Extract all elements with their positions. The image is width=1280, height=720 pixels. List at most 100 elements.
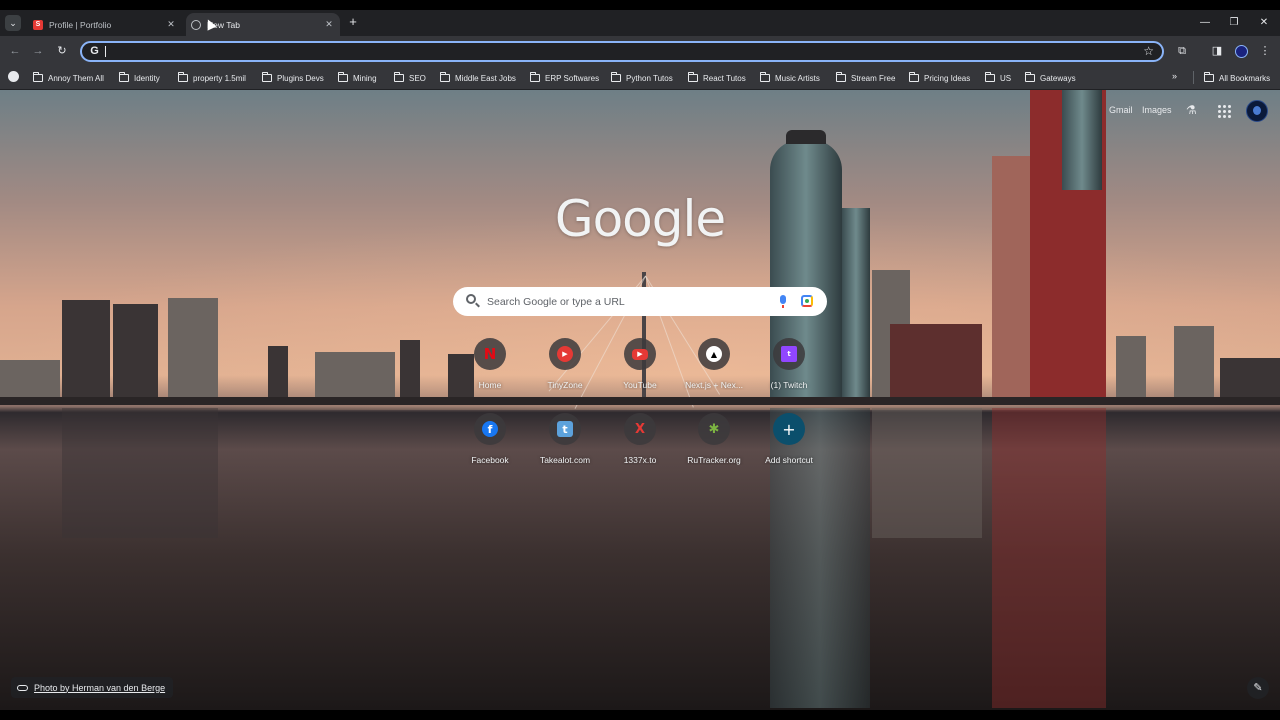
profile-avatar[interactable]	[1235, 45, 1248, 58]
building	[1174, 326, 1214, 400]
shortcut-twitch[interactable]: t (1) Twitch	[753, 338, 825, 390]
building	[1116, 336, 1146, 400]
shortcut-rutracker[interactable]: ✱ RuTracker.org	[678, 413, 750, 465]
building	[0, 360, 60, 400]
building-glass-top	[1062, 90, 1102, 190]
bookmark-folder[interactable]: Plugins Devs	[262, 71, 324, 85]
restore-button[interactable]: ❐	[1226, 15, 1242, 31]
bookmark-folder-label: property 1.5mil	[193, 73, 246, 83]
folder-icon	[1204, 72, 1214, 82]
bookmark-folder-label: ERP Softwares	[545, 73, 600, 83]
new-tab-button[interactable]: +	[346, 15, 360, 29]
tab-profile-portfolio[interactable]: S Profile | Portfolio ✕	[28, 13, 182, 36]
bookmark-folder-label: Identity	[134, 73, 160, 83]
shortcut-icon-circle: N	[474, 338, 506, 370]
bookmark-folder-label: US	[1000, 73, 1012, 83]
gmail-link[interactable]: Gmail	[1109, 105, 1133, 115]
menu-kebab-icon[interactable]: ⋮	[1258, 44, 1272, 58]
google-apps-icon[interactable]	[1218, 105, 1231, 118]
account-avatar[interactable]	[1246, 100, 1268, 122]
bookmark-folder[interactable]: Gateways	[1025, 71, 1076, 85]
bookmark-folder[interactable]: Pricing Ideas	[909, 71, 970, 85]
quay	[0, 397, 1280, 405]
search-box	[453, 287, 827, 316]
photo-credit-link[interactable]: Photo by Herman van den Berge	[11, 677, 174, 698]
customize-pencil-icon[interactable]: ✎	[1247, 677, 1269, 699]
background-photo	[0, 90, 1280, 710]
bookmark-folder-label: Python Tutos	[626, 73, 673, 83]
folder-icon	[394, 72, 404, 82]
side-panel-icon[interactable]: ◨	[1210, 44, 1224, 58]
images-link[interactable]: Images	[1142, 105, 1172, 115]
shortcut-tinyzone[interactable]: ▶ TinyZone	[529, 338, 601, 390]
browser-toolbar: ← → ↻ G ☆ ⧉ ◨ ⋮	[0, 36, 1280, 66]
shortcut-label: YouTube	[623, 380, 657, 390]
bookmark-folder[interactable]: Middle East Jobs	[440, 71, 516, 85]
shortcut-youtube[interactable]: ▶ YouTube	[604, 338, 676, 390]
shortcut-facebook[interactable]: f Facebook	[454, 413, 526, 465]
bookmark-favicon-icon[interactable]	[8, 71, 19, 82]
tab-search-button[interactable]: ⌄	[5, 15, 21, 31]
shortcut-label: 1337x.to	[623, 455, 657, 465]
tab-title: New Tab	[207, 19, 240, 30]
google-lens-icon[interactable]	[801, 295, 813, 307]
all-bookmarks-button[interactable]: All Bookmarks	[1204, 71, 1270, 85]
shortcut-label: Takealot.com	[539, 455, 591, 465]
building	[315, 352, 395, 400]
folder-icon	[760, 72, 770, 82]
forward-button[interactable]: →	[31, 44, 45, 58]
youtube-icon: ▶	[632, 348, 648, 360]
folder-icon	[338, 72, 348, 82]
add-shortcut-button[interactable]: + Add shortcut	[753, 413, 825, 465]
bookmark-folder[interactable]: property 1.5mil	[178, 71, 246, 85]
shortcut-label: Add shortcut	[765, 455, 813, 465]
shortcut-1337x[interactable]: X 1337x.to	[604, 413, 676, 465]
address-bar[interactable]: G ☆	[80, 41, 1164, 62]
bookmark-folder-label: Music Artists	[775, 73, 820, 83]
shortcut-label: Home	[478, 380, 502, 390]
shortcut-home[interactable]: N Home	[454, 338, 526, 390]
bookmark-folder[interactable]: Identity	[119, 71, 160, 85]
back-button[interactable]: ←	[8, 44, 22, 58]
shortcut-icon-circle: ✱	[698, 413, 730, 445]
reload-button[interactable]: ↻	[55, 44, 69, 58]
shortcut-label: Next.js + Nex...	[685, 380, 743, 390]
bookmark-folder[interactable]: Annoy Them All	[33, 71, 104, 85]
bookmarks-divider	[1193, 71, 1194, 84]
microphone-icon[interactable]	[780, 295, 786, 308]
bookmark-folder[interactable]: React Tutos	[688, 71, 746, 85]
bookmark-folder[interactable]: ERP Softwares	[530, 71, 599, 85]
close-icon[interactable]: ✕	[322, 19, 336, 30]
bookmark-folder[interactable]: Music Artists	[760, 71, 820, 85]
close-window-button[interactable]: ✕	[1256, 15, 1272, 31]
bookmark-star-icon[interactable]: ☆	[1143, 44, 1154, 58]
folder-icon	[33, 72, 43, 82]
shortcut-nextjs[interactable]: ▲ Next.js + Nex...	[678, 338, 750, 390]
bookmark-folder[interactable]: Mining	[338, 71, 377, 85]
1337x-icon: X	[634, 421, 646, 437]
bookmark-folder-label: Gateways	[1040, 73, 1076, 83]
building	[168, 298, 218, 400]
tab-title: Profile | Portfolio	[49, 19, 112, 30]
folder-icon	[262, 72, 272, 82]
bookmarks-overflow-icon[interactable]: »	[1172, 71, 1177, 81]
reflection	[872, 408, 982, 538]
bookmark-folder[interactable]: Stream Free	[836, 71, 895, 85]
bookmark-folder[interactable]: US	[985, 71, 1011, 85]
shortcut-icon-circle: ▶	[624, 338, 656, 370]
plus-icon: +	[782, 419, 796, 439]
folder-icon	[530, 72, 540, 82]
minimize-button[interactable]: —	[1197, 15, 1213, 31]
bookmark-folder-label: Annoy Them All	[48, 73, 104, 83]
close-icon[interactable]: ✕	[164, 19, 178, 30]
s-logo-icon: S	[33, 19, 43, 30]
bookmark-folder[interactable]: SEO	[394, 71, 426, 85]
extensions-icon[interactable]: ⧉	[1175, 44, 1189, 58]
search-input[interactable]	[487, 293, 767, 310]
rutracker-icon: ✱	[708, 421, 720, 437]
shortcut-takealot[interactable]: t Takealot.com	[529, 413, 601, 465]
labs-flask-icon[interactable]: ⚗	[1186, 103, 1197, 117]
bookmark-folder[interactable]: Python Tutos	[611, 71, 673, 85]
building-hotel	[890, 324, 982, 400]
folder-icon	[1025, 72, 1035, 82]
